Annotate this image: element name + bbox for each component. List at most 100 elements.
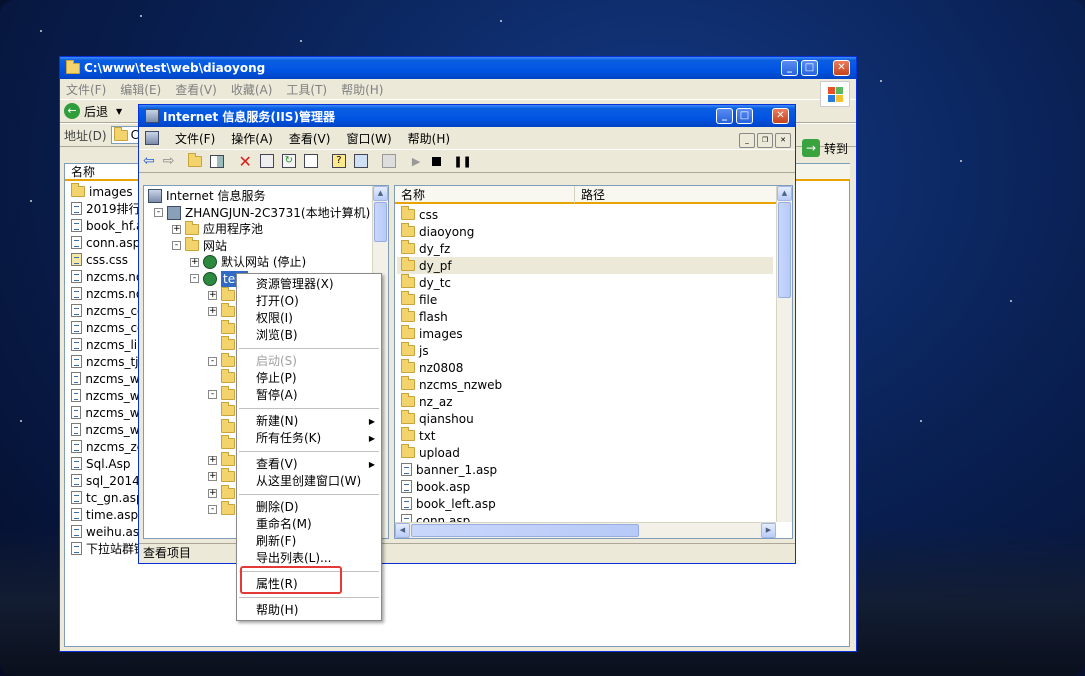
list-item[interactable]: book_hf.a — [67, 217, 147, 234]
tree-default-site[interactable]: + 默认网站 (停止) — [148, 254, 373, 271]
menu-help[interactable]: 帮助(H) — [341, 81, 383, 98]
scroll-up-icon[interactable]: ▲ — [777, 186, 792, 201]
context-menu-item[interactable]: 资源管理器(X) — [237, 276, 381, 293]
list-item[interactable]: dy_pf — [397, 257, 773, 274]
back-button-label[interactable]: 后退 — [84, 103, 108, 120]
scroll-right-icon[interactable]: ▶ — [761, 523, 776, 538]
list-item[interactable]: nz0808 — [397, 359, 773, 376]
pause-icon[interactable]: ❚❚ — [453, 155, 471, 168]
mdi-close-button[interactable]: ✕ — [775, 133, 791, 148]
list-item[interactable]: nzcms_nzweb — [397, 376, 773, 393]
list-item[interactable]: nzcms_co — [67, 319, 147, 336]
context-menu-item[interactable]: 帮助(H) — [237, 602, 381, 619]
list-item[interactable]: tc_gn.asp — [67, 489, 147, 506]
context-menu-item[interactable]: 停止(P) — [237, 370, 381, 387]
expand-icon[interactable]: + — [208, 488, 217, 498]
minimize-button[interactable]: _ — [781, 60, 798, 76]
collapse-icon[interactable]: - — [208, 505, 217, 515]
context-menu-item[interactable]: 打开(O) — [237, 293, 381, 310]
context-menu-item[interactable]: 从这里创建窗口(W) — [237, 473, 381, 490]
collapse-icon[interactable]: - — [208, 356, 217, 366]
expand-icon[interactable]: + — [208, 290, 217, 300]
console-icon[interactable] — [353, 154, 368, 168]
context-menu-item[interactable]: 浏览(B) — [237, 327, 381, 344]
context-menu-item[interactable]: 暂停(A) — [237, 387, 381, 404]
address-field[interactable]: C — [110, 126, 141, 144]
list-item[interactable]: sql_2014. — [67, 472, 147, 489]
refresh-icon[interactable]: ↻ — [281, 154, 296, 168]
iis-menu-window[interactable]: 窗口(W) — [346, 130, 391, 147]
tree-app-pools[interactable]: + 应用程序池 — [148, 220, 373, 238]
content-hscrollbar[interactable]: ◀ ▶ — [395, 522, 776, 538]
forward-icon[interactable]: ⇨ — [163, 153, 175, 169]
list-item[interactable]: nz_az — [397, 393, 773, 410]
up-folder-icon[interactable] — [188, 152, 203, 167]
name-column-header[interactable]: 名称 — [65, 164, 145, 181]
list-item[interactable]: diaoyong — [397, 223, 773, 240]
export-list-icon[interactable] — [303, 154, 318, 168]
expand-icon[interactable]: + — [190, 257, 199, 267]
menu-favorites[interactable]: 收藏(A) — [231, 81, 273, 98]
tree-server[interactable]: - ZHANGJUN-2C3731(本地计算机) — [148, 205, 373, 222]
expand-icon[interactable]: + — [172, 224, 181, 234]
list-item[interactable]: images — [67, 183, 147, 200]
scroll-thumb[interactable] — [778, 202, 791, 298]
show-tree-icon[interactable] — [210, 154, 225, 168]
back-icon[interactable]: ⇦ — [143, 153, 155, 169]
help-icon[interactable]: ? — [331, 154, 346, 168]
scroll-left-icon[interactable]: ◀ — [395, 523, 410, 538]
iis-menu-action[interactable]: 操作(A) — [231, 130, 273, 147]
list-item[interactable]: nzcms_we — [67, 370, 147, 387]
iis-menu-view[interactable]: 查看(V) — [289, 130, 331, 147]
tree-sites[interactable]: - 网站 — [148, 237, 373, 255]
collapse-icon[interactable]: - — [190, 274, 199, 284]
list-item[interactable]: 2019排行 — [67, 200, 147, 217]
list-item[interactable]: banner_1.asp — [397, 461, 773, 478]
maximize-button[interactable]: □ — [736, 108, 753, 124]
context-menu-item[interactable]: 重命名(M) — [237, 516, 381, 533]
back-arrow-icon[interactable]: ← — [64, 103, 80, 119]
context-menu-item[interactable]: 刷新(F) — [237, 533, 381, 550]
expand-icon[interactable]: + — [208, 455, 217, 465]
back-dropdown-icon[interactable]: ▼ — [116, 107, 122, 116]
collapse-icon[interactable]: - — [154, 208, 163, 218]
context-menu-item[interactable]: 删除(D) — [237, 499, 381, 516]
scroll-up-icon[interactable]: ▲ — [373, 186, 388, 201]
context-menu-item[interactable]: 所有任务(K) ▶ — [237, 430, 381, 447]
context-menu-item[interactable]: 查看(V) ▶ — [237, 456, 381, 473]
list-item[interactable]: nzcms.no — [67, 268, 147, 285]
iis-titlebar[interactable]: Internet 信息服务(IIS)管理器 _ □ ✕ — [139, 105, 795, 127]
list-item[interactable]: js — [397, 342, 773, 359]
computer-icon[interactable] — [381, 154, 396, 168]
list-item[interactable]: dy_fz — [397, 240, 773, 257]
list-item[interactable]: nzcms.no — [67, 285, 147, 302]
content-vscrollbar[interactable]: ▲ — [776, 186, 792, 522]
list-item[interactable]: Sql.Asp — [67, 455, 147, 472]
close-button[interactable]: ✕ — [833, 60, 850, 76]
minimize-button[interactable]: _ — [716, 108, 733, 124]
list-item[interactable]: time.asp — [67, 506, 147, 523]
list-item[interactable]: css — [397, 206, 773, 223]
list-item[interactable]: images — [397, 325, 773, 342]
stop-icon[interactable] — [432, 156, 442, 166]
list-item[interactable]: 下拉站群链 — [67, 540, 147, 557]
expand-icon[interactable]: + — [208, 472, 217, 482]
path-column-header[interactable]: 路径 — [575, 186, 605, 203]
collapse-icon[interactable]: - — [208, 389, 217, 399]
list-item[interactable]: conn.asp — [67, 234, 147, 251]
list-item[interactable]: file — [397, 291, 773, 308]
list-item[interactable]: qianshou — [397, 410, 773, 427]
list-item[interactable]: nzcms_tj. — [67, 353, 147, 370]
mdi-minimize-button[interactable]: _ — [739, 133, 755, 148]
context-menu-item[interactable]: 导出列表(L)... — [237, 550, 381, 567]
context-menu-item[interactable]: 新建(N) ▶ — [237, 413, 381, 430]
menu-tools[interactable]: 工具(T) — [286, 81, 327, 98]
list-item[interactable]: book.asp — [397, 478, 773, 495]
list-item[interactable]: nzcms_lin — [67, 336, 147, 353]
list-item[interactable]: nzcms_we — [67, 387, 147, 404]
list-item[interactable]: dy_tc — [397, 274, 773, 291]
iis-menu-file[interactable]: 文件(F) — [175, 130, 215, 147]
list-item[interactable]: nzcms_we — [67, 404, 147, 421]
list-item[interactable]: nzcms_we — [67, 421, 147, 438]
context-menu-item[interactable]: 权限(I) — [237, 310, 381, 327]
